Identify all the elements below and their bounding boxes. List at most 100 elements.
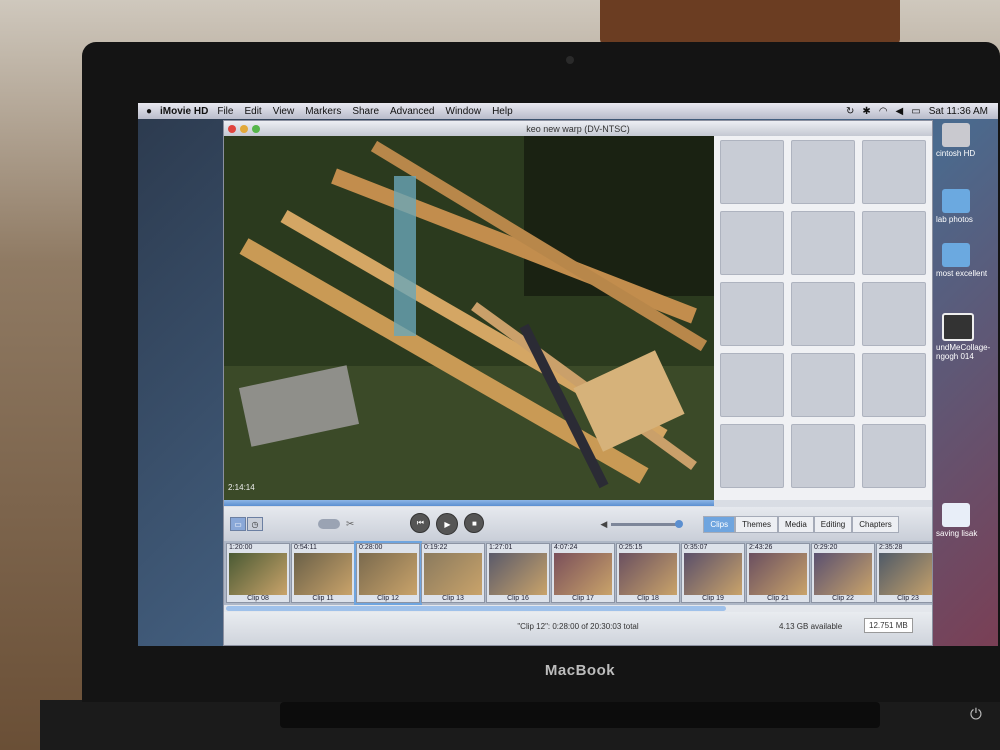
clip-item[interactable]: 4:07:24 Clip 17 bbox=[551, 543, 615, 603]
clip-item[interactable]: 1:27:01 Clip 16 bbox=[486, 543, 550, 603]
tab-editing[interactable]: Editing bbox=[813, 515, 853, 533]
menu-advanced[interactable]: Advanced bbox=[390, 106, 434, 117]
sync-icon[interactable]: ↻ bbox=[846, 106, 854, 117]
clip-name: Clip 18 bbox=[637, 595, 659, 602]
clip-item[interactable]: 0:35:07 Clip 19 bbox=[681, 543, 745, 603]
clip-name: Clip 11 bbox=[312, 595, 334, 602]
menu-app-name[interactable]: iMovie HD bbox=[160, 106, 208, 117]
window-titlebar[interactable]: keo new warp (DV-NTSC) bbox=[224, 121, 932, 136]
clips-pane bbox=[714, 136, 932, 500]
clip-item[interactable]: 0:54:11 Clip 11 bbox=[291, 543, 355, 603]
clip-item[interactable]: 0:19:22 Clip 13 bbox=[421, 543, 485, 603]
clip-item[interactable]: 1:20:00 Clip 08 bbox=[226, 543, 290, 603]
desktop-icon-label: lab photos bbox=[936, 215, 973, 224]
clip-slot[interactable] bbox=[862, 424, 926, 488]
clip-slot[interactable] bbox=[791, 211, 855, 275]
clip-item[interactable]: 0:29:20 Clip 22 bbox=[811, 543, 875, 603]
rewind-button[interactable]: ⏮ bbox=[410, 513, 431, 533]
clip-duration: 0:19:22 bbox=[424, 544, 448, 551]
folder-icon bbox=[942, 189, 970, 213]
clip-slot[interactable] bbox=[720, 211, 784, 275]
scrubber-bar[interactable] bbox=[224, 500, 714, 506]
clip-name: Clip 17 bbox=[572, 595, 594, 602]
clip-thumbnail bbox=[554, 553, 612, 595]
desktop-icon[interactable]: saving lisak bbox=[936, 503, 996, 538]
wifi-icon[interactable]: ◠ bbox=[879, 106, 888, 117]
laptop-brand: MacBook bbox=[544, 662, 616, 679]
video-viewer[interactable] bbox=[224, 136, 714, 500]
desktop-icon[interactable]: cintosh HD bbox=[936, 123, 996, 158]
tab-media[interactable]: Media bbox=[778, 515, 814, 533]
clip-item[interactable]: 0:25:15 Clip 18 bbox=[616, 543, 680, 603]
laptop-hinge bbox=[280, 702, 880, 728]
play-fullscreen-button[interactable]: ■ bbox=[464, 513, 485, 533]
pane-tabs: Clips Themes Media Editing Chapters bbox=[703, 515, 899, 533]
clip-duration: 1:27:01 bbox=[489, 544, 513, 551]
clip-slot[interactable] bbox=[791, 282, 855, 346]
timeline-view-icon[interactable]: ◷ bbox=[247, 517, 263, 531]
clip-name: Clip 19 bbox=[702, 595, 724, 602]
clip-name: Clip 21 bbox=[767, 595, 789, 602]
desktop-icon-label: cintosh HD bbox=[936, 149, 976, 158]
menu-file[interactable]: File bbox=[217, 106, 233, 117]
menu-markers[interactable]: Markers bbox=[305, 106, 341, 117]
clip-slot[interactable] bbox=[720, 353, 784, 417]
volume-icon[interactable]: ◀ bbox=[896, 106, 904, 117]
menu-edit[interactable]: Edit bbox=[244, 106, 261, 117]
tab-themes[interactable]: Themes bbox=[735, 515, 778, 533]
desktop-icon[interactable]: undMeCollage- ngogh 014 bbox=[936, 313, 996, 361]
clip-slot[interactable] bbox=[862, 353, 926, 417]
clip-strip-scrollbar[interactable] bbox=[224, 605, 932, 612]
menu-clock[interactable]: Sat 11:36 AM bbox=[929, 106, 988, 117]
scroll-thumb[interactable] bbox=[226, 606, 726, 611]
clip-slot[interactable] bbox=[862, 140, 926, 204]
apple-icon[interactable]: ● bbox=[138, 106, 160, 117]
power-icon[interactable]: ⏻ bbox=[970, 706, 982, 723]
window-title: keo new warp (DV-NTSC) bbox=[526, 123, 630, 134]
bluetooth-icon[interactable]: ✱ bbox=[862, 106, 870, 117]
flag-icon[interactable]: ▭ bbox=[911, 106, 920, 117]
desktop-icon[interactable]: most excellent bbox=[936, 243, 996, 278]
clip-item[interactable]: 2:35:28 Clip 23 bbox=[876, 543, 932, 603]
clip-item[interactable]: 0:28:00 Clip 12 bbox=[354, 541, 422, 605]
clip-name: Clip 12 bbox=[377, 595, 399, 602]
desktop-icon[interactable]: lab photos bbox=[936, 189, 996, 224]
volume-low-icon: ◀ bbox=[600, 518, 608, 529]
clip-name: Clip 16 bbox=[507, 595, 529, 602]
desktop-icon-label: saving lisak bbox=[936, 529, 978, 538]
clip-slot[interactable] bbox=[862, 211, 926, 275]
background-chair bbox=[600, 0, 900, 45]
clip-slot[interactable] bbox=[720, 424, 784, 488]
menu-share[interactable]: Share bbox=[352, 106, 379, 117]
menu-view[interactable]: View bbox=[273, 106, 295, 117]
project-size: 12.751 MB bbox=[864, 618, 913, 633]
transport-controls: ⏮ ▶ ■ bbox=[410, 513, 485, 535]
tab-clips[interactable]: Clips bbox=[703, 515, 736, 533]
clip-slot[interactable] bbox=[862, 282, 926, 346]
clip-slot[interactable] bbox=[720, 282, 784, 346]
clip-duration: 2:43:26 bbox=[749, 544, 773, 551]
clip-item[interactable]: 2:43:26 Clip 21 bbox=[746, 543, 810, 603]
tab-chapters[interactable]: Chapters bbox=[852, 515, 899, 533]
clip-name: Clip 13 bbox=[442, 595, 464, 602]
clip-slot[interactable] bbox=[791, 353, 855, 417]
volume-knob[interactable] bbox=[675, 519, 684, 528]
play-button[interactable]: ▶ bbox=[436, 513, 459, 535]
clip-duration: 4:07:24 bbox=[554, 544, 578, 551]
clip-duration: 0:28:00 bbox=[359, 544, 383, 551]
menu-help[interactable]: Help bbox=[492, 106, 513, 117]
desktop-icon-label: undMeCollage- ngogh 014 bbox=[936, 343, 991, 361]
clip-view-icon[interactable]: ▭ bbox=[230, 517, 246, 531]
clip-slot[interactable] bbox=[791, 424, 855, 488]
edit-mode-toggle[interactable]: ▭ ◷ bbox=[230, 517, 263, 531]
clip-slot[interactable] bbox=[720, 140, 784, 204]
clip-thumbnail bbox=[684, 553, 742, 595]
clip-slot[interactable] bbox=[791, 140, 855, 204]
camera-mode-switch[interactable] bbox=[318, 519, 340, 529]
image-file-icon bbox=[942, 313, 974, 341]
volume-slider[interactable] bbox=[611, 519, 684, 528]
menu-window[interactable]: Window bbox=[446, 106, 482, 117]
clip-thumbnail bbox=[294, 553, 352, 595]
scissors-icon[interactable]: ✂ bbox=[346, 519, 354, 530]
clip-duration: 0:25:15 bbox=[619, 544, 643, 551]
